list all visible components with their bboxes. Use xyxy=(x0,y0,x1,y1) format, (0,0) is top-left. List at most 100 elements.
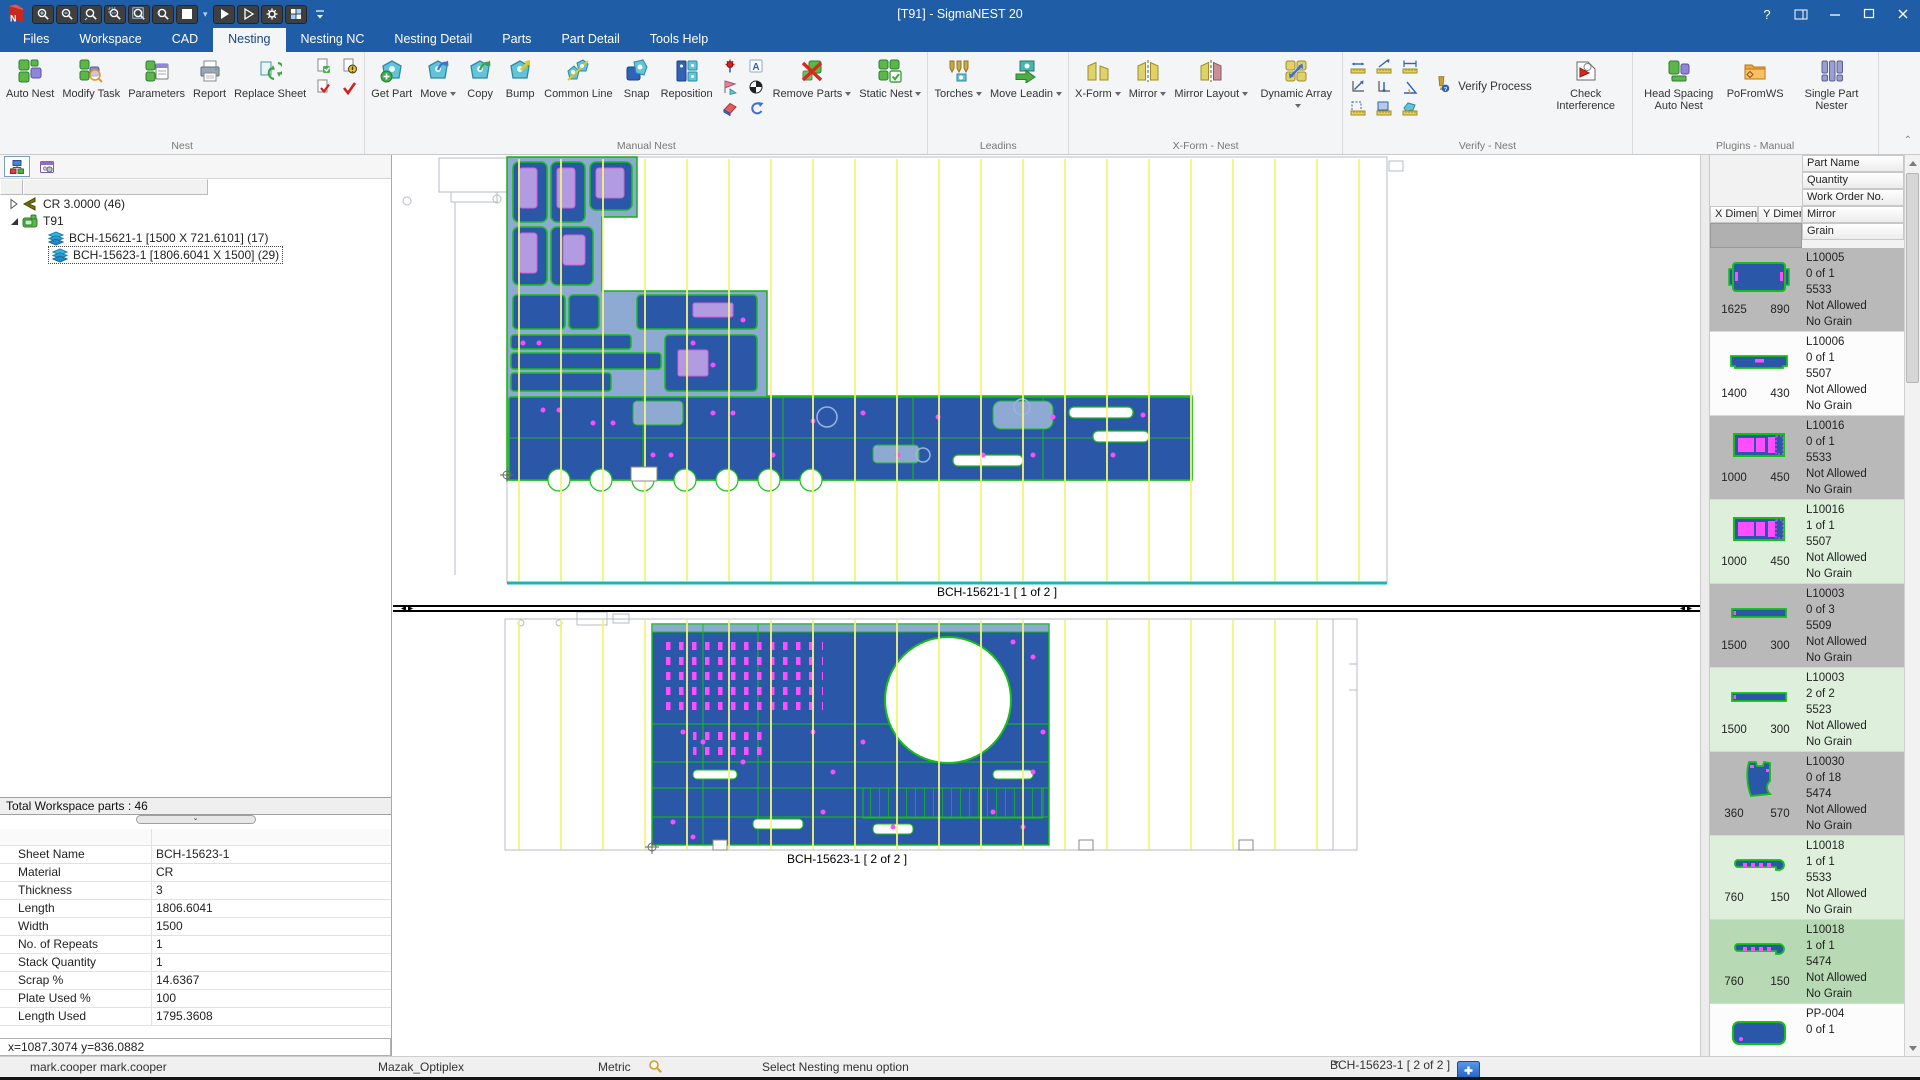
status-search-icon[interactable] xyxy=(648,1059,663,1077)
property-row-material[interactable]: MaterialCR xyxy=(0,864,391,882)
tree-item-bch-15621-1[interactable]: BCH-15621-1 [1500 X 721.6101] (17) xyxy=(0,229,391,246)
tree-column-header-icon[interactable] xyxy=(0,179,23,195)
property-row-stack-quantity[interactable]: Stack Quantity1 xyxy=(0,954,391,972)
view-splitter[interactable] xyxy=(393,605,1700,612)
part-row-l10003[interactable]: 1500300L100030 of 35509Not AllowedNo Gra… xyxy=(1710,584,1904,668)
status-machine[interactable]: Mazak_Optiplex xyxy=(378,1060,464,1074)
nest-view-bottom[interactable]: BCH-15623-1 [ 2 of 2 ] xyxy=(393,612,1700,1056)
single-part-nester-button[interactable]: Single Part Nester xyxy=(1788,53,1876,112)
minimize-button[interactable] xyxy=(1818,0,1852,28)
head-spacing-auto-nest-button[interactable]: Head Spacing Auto Nest xyxy=(1635,53,1723,112)
tab-part-detail[interactable]: Part Detail xyxy=(546,28,634,52)
part-row-l10030[interactable]: 360570L100300 of 185474Not AllowedNo Gra… xyxy=(1710,752,1904,836)
measure-grid-icon[interactable] xyxy=(1347,99,1369,117)
column-header-part-name[interactable]: Part Name xyxy=(1802,155,1904,172)
part-row-l10003[interactable]: 1500300L100032 of 25523Not AllowedNo Gra… xyxy=(1710,668,1904,752)
tab-nesting-detail[interactable]: Nesting Detail xyxy=(379,28,487,52)
canvas-right-splitter[interactable] xyxy=(1700,155,1710,1056)
part-row-l10006[interactable]: 1400430L100060 of 15507Not AllowedNo Gra… xyxy=(1710,332,1904,416)
property-row-scrap[interactable]: Scrap %14.6367 xyxy=(0,972,391,990)
property-row-length[interactable]: Length1806.6041 xyxy=(0,900,391,918)
tab-tools-help[interactable]: Tools Help xyxy=(635,28,723,52)
measure-point-icon[interactable] xyxy=(1373,78,1395,96)
column-header-quantity[interactable]: Quantity xyxy=(1802,172,1904,189)
expander-icon[interactable] xyxy=(8,198,20,210)
scrollbar-thumb[interactable] xyxy=(1906,173,1919,383)
move-button[interactable]: Move xyxy=(416,53,460,100)
zoom-scale-icon[interactable] xyxy=(80,5,102,24)
status-units[interactable]: Metric xyxy=(598,1060,631,1074)
tab-parts[interactable]: Parts xyxy=(487,28,546,52)
property-row-no-of-repeats[interactable]: No. of Repeats1 xyxy=(0,936,391,954)
modify-task-button[interactable]: Modify Task xyxy=(58,53,124,100)
check-interference-button[interactable]: Check Interference xyxy=(1542,53,1630,112)
torches-button[interactable]: Torches xyxy=(930,53,986,100)
zoom-out-icon[interactable] xyxy=(56,5,78,24)
auto-nest-button[interactable]: Auto Nest xyxy=(2,53,58,100)
tab-cad[interactable]: CAD xyxy=(157,28,213,52)
simulate-icon[interactable] xyxy=(237,5,259,24)
tree-item-bch-15623-1[interactable]: BCH-15623-1 [1806.6041 X 1500] (29) xyxy=(0,246,391,263)
verify-process-button[interactable]: ?Verify Process xyxy=(1433,75,1532,98)
zoom-in-icon[interactable] xyxy=(32,5,54,24)
nest-page-ok-icon[interactable] xyxy=(312,57,334,75)
tree-column-header-name[interactable] xyxy=(23,179,208,195)
rosette-icon[interactable] xyxy=(719,57,741,75)
measure-area-icon[interactable] xyxy=(1373,99,1395,117)
zoom-previous-icon[interactable] xyxy=(152,5,174,24)
nest-view-top[interactable]: BCH-15621-1 [ 1 of 2 ] xyxy=(393,155,1700,605)
part-row-l10016[interactable]: 1000450L100161 of 15507Not AllowedNo Gra… xyxy=(1710,500,1904,584)
reposition-button[interactable]: Reposition xyxy=(657,53,717,100)
get-part-button[interactable]: Get Part xyxy=(367,53,416,100)
parameters-button[interactable]: Parameters xyxy=(124,53,189,100)
eraser-icon[interactable] xyxy=(719,99,741,117)
close-button[interactable] xyxy=(1886,0,1920,28)
zoom-window-icon[interactable] xyxy=(104,5,126,24)
parts-list-scrollbar[interactable] xyxy=(1904,155,1920,1056)
panel-toggle-button[interactable] xyxy=(1784,0,1818,28)
verify-page-icon[interactable] xyxy=(312,78,334,96)
column-header-x-dimen[interactable]: X Dimen xyxy=(1710,206,1758,223)
scroll-down-icon[interactable] xyxy=(1906,1041,1919,1055)
flag-icon[interactable] xyxy=(719,78,741,96)
tree-item-t91[interactable]: T91 xyxy=(0,212,391,229)
scroll-up-icon[interactable] xyxy=(1906,156,1919,170)
tree-item-cr[interactable]: CR 3.0000 (46) xyxy=(0,195,391,212)
settings-gear-icon[interactable] xyxy=(261,5,283,24)
sheet-view-icon[interactable] xyxy=(176,5,198,24)
nest-page-hazard-icon[interactable] xyxy=(338,57,360,75)
snap-button[interactable]: Snap xyxy=(617,53,657,100)
part-row-l10016[interactable]: 1000450L100160 of 15533Not AllowedNo Gra… xyxy=(1710,416,1904,500)
help-button[interactable]: ? xyxy=(1750,0,1784,28)
property-row-thickness[interactable]: Thickness3 xyxy=(0,882,391,900)
property-row-sheet-name[interactable]: Sheet NameBCH-15623-1 xyxy=(0,846,391,864)
mirror-button[interactable]: Mirror xyxy=(1125,53,1171,100)
expander-icon[interactable] xyxy=(8,215,20,227)
bump-button[interactable]: Bump xyxy=(500,53,540,100)
property-row-length-used[interactable]: Length Used1795.3608 xyxy=(0,1008,391,1026)
accept-check-icon[interactable] xyxy=(338,78,360,96)
measure-distance-icon[interactable] xyxy=(1347,57,1369,75)
measure-axis-icon[interactable] xyxy=(1347,78,1369,96)
tab-nesting[interactable]: Nesting xyxy=(213,28,285,52)
panel-splitter-handle[interactable]: ⌄ xyxy=(136,815,256,824)
report-button[interactable]: Report xyxy=(189,53,230,100)
part-row-pp-004[interactable]: PP-0040 of 1 xyxy=(1710,1004,1904,1056)
column-header-work-order[interactable]: Work Order No. xyxy=(1802,189,1904,206)
replace-sheet-button[interactable]: Replace Sheet xyxy=(230,53,310,100)
part-row-l10005[interactable]: 1625890L100050 of 15533Not AllowedNo Gra… xyxy=(1710,248,1904,332)
measure-width-icon[interactable] xyxy=(1399,57,1421,75)
mirror-layout-button[interactable]: Mirror Layout xyxy=(1170,53,1252,100)
copy-button[interactable]: Copy xyxy=(460,53,500,100)
column-header-y-dimen[interactable]: Y Dimen xyxy=(1758,206,1802,223)
steady-rest-icon[interactable] xyxy=(745,78,767,96)
task-window-tab[interactable] xyxy=(34,156,60,177)
measure-contour-icon[interactable] xyxy=(1399,99,1421,117)
common-line-button[interactable]: Common Line xyxy=(540,53,616,100)
tab-files[interactable]: Files xyxy=(8,28,64,52)
property-row-plate-used[interactable]: Plate Used %100 xyxy=(0,990,391,1008)
customize-toolbar-icon[interactable] xyxy=(309,5,331,24)
static-nest-button[interactable]: Static Nest xyxy=(855,53,925,100)
property-row-width[interactable]: Width1500 xyxy=(0,918,391,936)
remove-parts-button[interactable]: Remove Parts xyxy=(769,53,856,100)
